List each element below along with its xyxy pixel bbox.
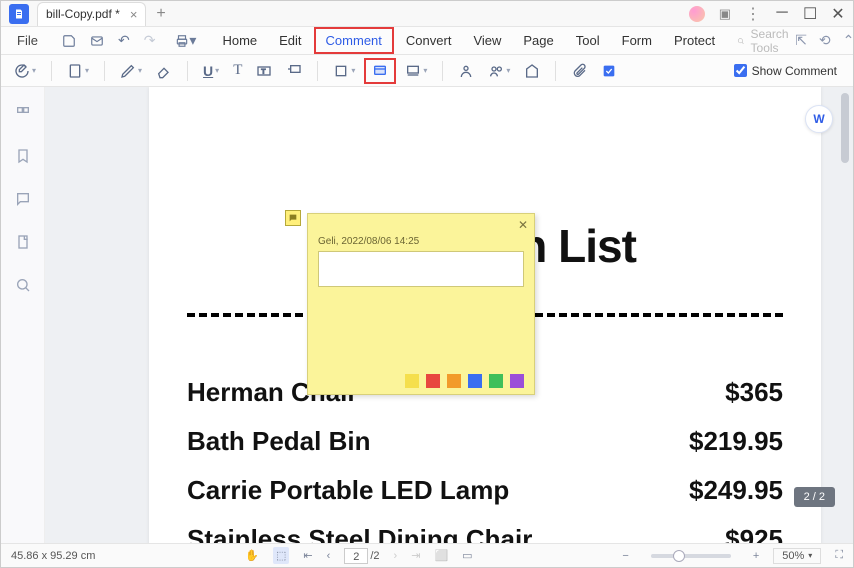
zoom-out-icon[interactable]: −	[622, 550, 628, 562]
search-tools[interactable]: Search Tools	[737, 27, 793, 55]
sticky-note-tool[interactable]	[364, 58, 396, 84]
menu-tab-home[interactable]: Home	[212, 29, 267, 52]
cloud-sync-icon[interactable]: ⟲	[819, 32, 831, 49]
signature-tool[interactable]: ▾	[483, 60, 515, 82]
list-item: Stainless Steel Dining Chair $925	[187, 524, 783, 543]
stamp-person-tool[interactable]	[453, 60, 479, 82]
note-color-swatch[interactable]	[447, 374, 461, 388]
eraser-tool[interactable]	[151, 60, 177, 82]
fit-width-icon[interactable]: ▭	[462, 549, 472, 562]
menu-tab-form[interactable]: Form	[612, 29, 662, 52]
note-tool[interactable]: ▾	[9, 60, 41, 82]
app-logo	[9, 4, 29, 24]
zoom-slider[interactable]	[651, 554, 731, 558]
menu-tab-convert[interactable]: Convert	[396, 29, 462, 52]
checkbox-tool[interactable]	[596, 60, 622, 82]
minimize-button[interactable]: ─	[775, 4, 789, 24]
first-page-icon[interactable]: ⇤	[303, 549, 312, 562]
menu-tab-view[interactable]: View	[463, 29, 511, 52]
pencil-tool[interactable]: ▾	[115, 60, 147, 82]
tab-title: bill-Copy.pdf *	[46, 7, 120, 21]
redo-icon[interactable]: ↷	[138, 30, 162, 51]
save-icon[interactable]	[56, 32, 82, 50]
textbox-tool[interactable]: T	[251, 60, 277, 82]
measure-tool[interactable]	[519, 60, 545, 82]
bookmarks-icon[interactable]	[15, 148, 31, 169]
comments-panel-icon[interactable]	[15, 191, 31, 212]
file-menu[interactable]: File	[7, 33, 48, 48]
note-color-swatch[interactable]	[489, 374, 503, 388]
prev-page-icon[interactable]: ‹	[327, 550, 331, 562]
menu-tab-edit[interactable]: Edit	[269, 29, 311, 52]
close-tab-icon[interactable]: ×	[130, 7, 138, 22]
show-comment-label: Show Comment	[752, 64, 837, 78]
item-price: $219.95	[689, 426, 783, 457]
undo-icon[interactable]: ↶	[112, 30, 136, 51]
note-author: Geli,	[318, 236, 339, 247]
mail-icon[interactable]	[84, 32, 110, 50]
next-page-icon[interactable]: ›	[394, 550, 398, 562]
note-color-swatch[interactable]	[405, 374, 419, 388]
text-tool[interactable]: T	[228, 59, 247, 82]
select-tool-icon[interactable]: ⬚	[273, 547, 289, 564]
fullscreen-icon[interactable]: ⛶	[835, 549, 843, 562]
note-color-swatch[interactable]	[426, 374, 440, 388]
zoom-in-icon[interactable]: +	[753, 550, 759, 562]
underline-tool[interactable]: U▾	[198, 60, 224, 82]
item-price: $249.95	[689, 475, 783, 506]
word-export-icon[interactable]: W	[805, 105, 833, 133]
attachments-panel-icon[interactable]	[15, 234, 31, 255]
collapse-ribbon-icon[interactable]: ⌃	[843, 32, 854, 49]
search-panel-icon[interactable]	[15, 277, 31, 298]
page-badge: 2 / 2	[794, 487, 835, 507]
stamp-tool[interactable]: ▾	[400, 60, 432, 82]
last-page-icon[interactable]: ⇥	[411, 549, 420, 562]
note-timestamp: 2022/08/06 14:25	[341, 236, 419, 247]
item-price: $365	[725, 377, 783, 408]
search-icon	[737, 35, 744, 47]
close-window-button[interactable]: ✕	[831, 4, 845, 24]
hand-tool-icon[interactable]: ✋	[245, 549, 259, 562]
shape-tool[interactable]: ▾	[328, 60, 360, 82]
more-menu-icon[interactable]: ⋮	[745, 4, 761, 24]
note-close-icon[interactable]: ✕	[518, 218, 528, 232]
fit-page-icon[interactable]: ⬜	[434, 549, 448, 562]
vertical-scrollbar[interactable]	[841, 93, 849, 163]
list-item: Bath Pedal Bin $219.95	[187, 426, 783, 457]
item-name: Bath Pedal Bin	[187, 426, 370, 457]
attachment-tool[interactable]	[566, 60, 592, 82]
menu-tab-page[interactable]: Page	[513, 29, 563, 52]
show-comment-checkbox[interactable]	[734, 64, 747, 77]
callout-tool[interactable]	[281, 60, 307, 82]
menu-tab-protect[interactable]: Protect	[664, 29, 725, 52]
show-comment-toggle[interactable]: Show Comment	[734, 64, 845, 78]
item-name: Stainless Steel Dining Chair	[187, 524, 532, 543]
item-price: $925	[725, 524, 783, 543]
print-icon[interactable]: ▾	[169, 30, 202, 51]
page-total: /2	[370, 550, 379, 562]
maximize-button[interactable]: ☐	[803, 4, 817, 24]
note-text-input[interactable]	[318, 251, 524, 287]
page-dimensions: 45.86 x 95.29 cm	[11, 550, 95, 562]
page-current-input[interactable]: 2	[344, 548, 368, 564]
note-color-swatch[interactable]	[468, 374, 482, 388]
whatsnew-icon[interactable]: ▣	[719, 6, 731, 22]
add-tab-button[interactable]: +	[156, 5, 165, 23]
zoom-value[interactable]: 50%▾	[773, 548, 821, 564]
menu-tab-comment[interactable]: Comment	[314, 27, 394, 54]
note-popup[interactable]: ✕ Geli, 2022/08/06 14:25	[307, 213, 535, 395]
share-icon[interactable]: ⇱	[795, 32, 807, 49]
list-item: Carrie Portable LED Lamp $249.95	[187, 475, 783, 506]
highlight-tool[interactable]: ▾	[62, 60, 94, 82]
note-color-swatch[interactable]	[510, 374, 524, 388]
menu-tab-tool[interactable]: Tool	[566, 29, 610, 52]
item-name: Carrie Portable LED Lamp	[187, 475, 509, 506]
thumbnails-icon[interactable]	[15, 105, 31, 126]
search-placeholder: Search Tools	[751, 27, 794, 55]
svg-text:T: T	[262, 68, 266, 75]
ai-assist-icon[interactable]	[689, 6, 705, 22]
note-marker-icon[interactable]	[285, 210, 301, 226]
document-tab[interactable]: bill-Copy.pdf * ×	[37, 2, 146, 26]
